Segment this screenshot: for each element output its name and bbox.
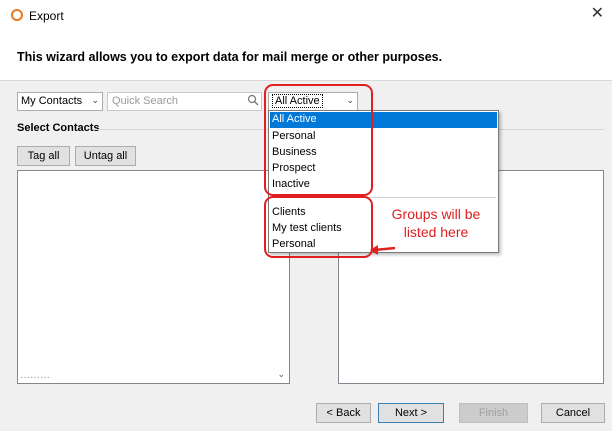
- group-options-highlight: [264, 196, 373, 258]
- quick-search-input[interactable]: Quick Search: [107, 92, 262, 111]
- select-contacts-label: Select Contacts: [17, 122, 100, 134]
- title-bar: Export ✕: [0, 0, 612, 30]
- status-options-highlight: [264, 84, 373, 196]
- cancel-button[interactable]: Cancel: [541, 403, 605, 423]
- list-footer-text: ………: [20, 370, 50, 381]
- export-app-icon: [11, 9, 23, 21]
- quick-search-placeholder: Quick Search: [112, 95, 179, 107]
- search-icon: [247, 94, 259, 106]
- wizard-banner: This wizard allows you to export data fo…: [0, 30, 612, 80]
- chevron-down-icon[interactable]: ⌄: [277, 369, 285, 380]
- finish-button: Finish: [459, 403, 528, 423]
- untag-all-button[interactable]: Untag all: [75, 146, 136, 166]
- close-icon[interactable]: ✕: [591, 5, 604, 23]
- arrow-left-icon: [370, 245, 396, 255]
- contacts-list[interactable]: ……… ⌄: [17, 170, 290, 384]
- next-button[interactable]: Next >: [378, 403, 444, 423]
- back-button[interactable]: < Back: [316, 403, 371, 423]
- window-title: Export: [29, 9, 64, 23]
- wizard-description: This wizard allows you to export data fo…: [17, 50, 443, 64]
- annotation-text: Groups will be listed here: [391, 206, 481, 240]
- contacts-source-combo[interactable]: My Contacts ⌄: [17, 92, 103, 111]
- contacts-source-value: My Contacts: [21, 95, 83, 107]
- chevron-down-icon: ⌄: [91, 95, 99, 105]
- tag-all-button[interactable]: Tag all: [17, 146, 70, 166]
